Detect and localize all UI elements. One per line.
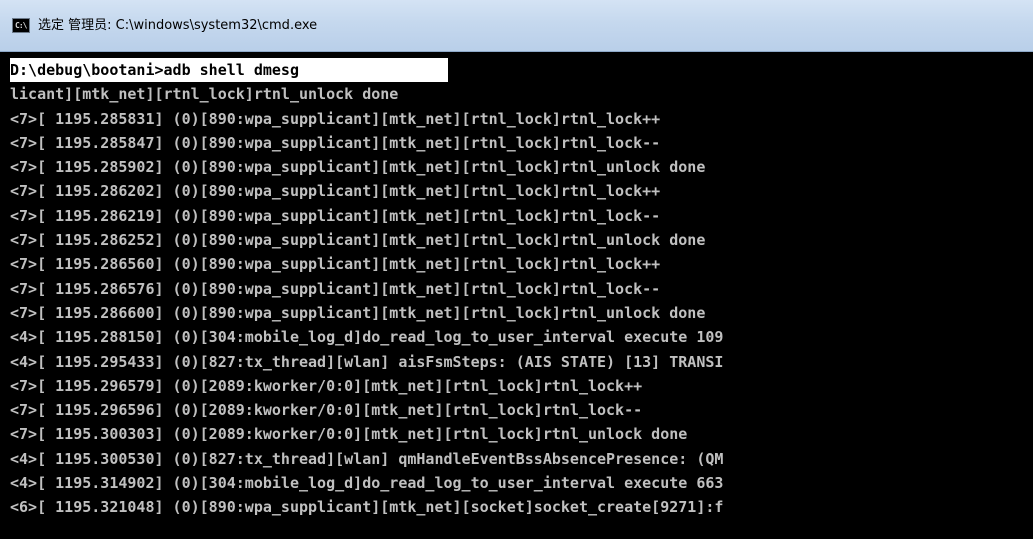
cmd-console-icon[interactable]: C:\ (12, 18, 30, 33)
console-line[interactable]: licant][mtk_net][rtnl_lock]rtnl_unlock d… (10, 82, 1033, 106)
console-line[interactable]: <7>[ 1195.285831] (0)[890:wpa_supplicant… (10, 107, 1033, 131)
console-command-line-wrap: D:\debug\bootani>adb shell dmesg (10, 58, 1033, 83)
title-bar[interactable]: C:\ 选定 管理员: C:\windows\system32\cmd.exe (0, 0, 1033, 52)
console-line[interactable]: <4>[ 1195.314902] (0)[304:mobile_log_d]d… (10, 471, 1033, 495)
console-line[interactable]: <7>[ 1195.286219] (0)[890:wpa_supplicant… (10, 204, 1033, 228)
console-line[interactable]: <7>[ 1195.300303] (0)[2089:kworker/0:0][… (10, 422, 1033, 446)
console-line[interactable]: <7>[ 1195.296596] (0)[2089:kworker/0:0][… (10, 398, 1033, 422)
console-line[interactable]: <7>[ 1195.285847] (0)[890:wpa_supplicant… (10, 131, 1033, 155)
console-line[interactable]: <7>[ 1195.296579] (0)[2089:kworker/0:0][… (10, 374, 1033, 398)
cmd-console-icon-glyph: C:\ (15, 20, 27, 30)
console-line[interactable]: <7>[ 1195.286600] (0)[890:wpa_supplicant… (10, 301, 1033, 325)
console-line[interactable]: <6>[ 1195.321048] (0)[890:wpa_supplicant… (10, 495, 1033, 519)
console-line[interactable]: <7>[ 1195.286560] (0)[890:wpa_supplicant… (10, 252, 1033, 276)
console-selected-line[interactable]: D:\debug\bootani>adb shell dmesg (10, 58, 448, 83)
console-line[interactable]: <4>[ 1195.300530] (0)[827:tx_thread][wla… (10, 447, 1033, 471)
console-output[interactable]: D:\debug\bootani>adb shell dmesg licant]… (10, 58, 1033, 539)
console-line[interactable]: <7>[ 1195.286202] (0)[890:wpa_supplicant… (10, 179, 1033, 203)
console-line[interactable]: <7>[ 1195.286576] (0)[890:wpa_supplicant… (10, 277, 1033, 301)
console-line[interactable]: <7>[ 1195.285902] (0)[890:wpa_supplicant… (10, 155, 1033, 179)
window-title: 选定 管理员: C:\windows\system32\cmd.exe (38, 18, 318, 33)
console-line[interactable]: <4>[ 1195.288150] (0)[304:mobile_log_d]d… (10, 325, 1033, 349)
console-line[interactable]: <7>[ 1195.286252] (0)[890:wpa_supplicant… (10, 228, 1033, 252)
cmd-window: C:\ 选定 管理员: C:\windows\system32\cmd.exe … (0, 0, 1033, 539)
console-line[interactable]: <4>[ 1195.295433] (0)[827:tx_thread][wla… (10, 350, 1033, 374)
